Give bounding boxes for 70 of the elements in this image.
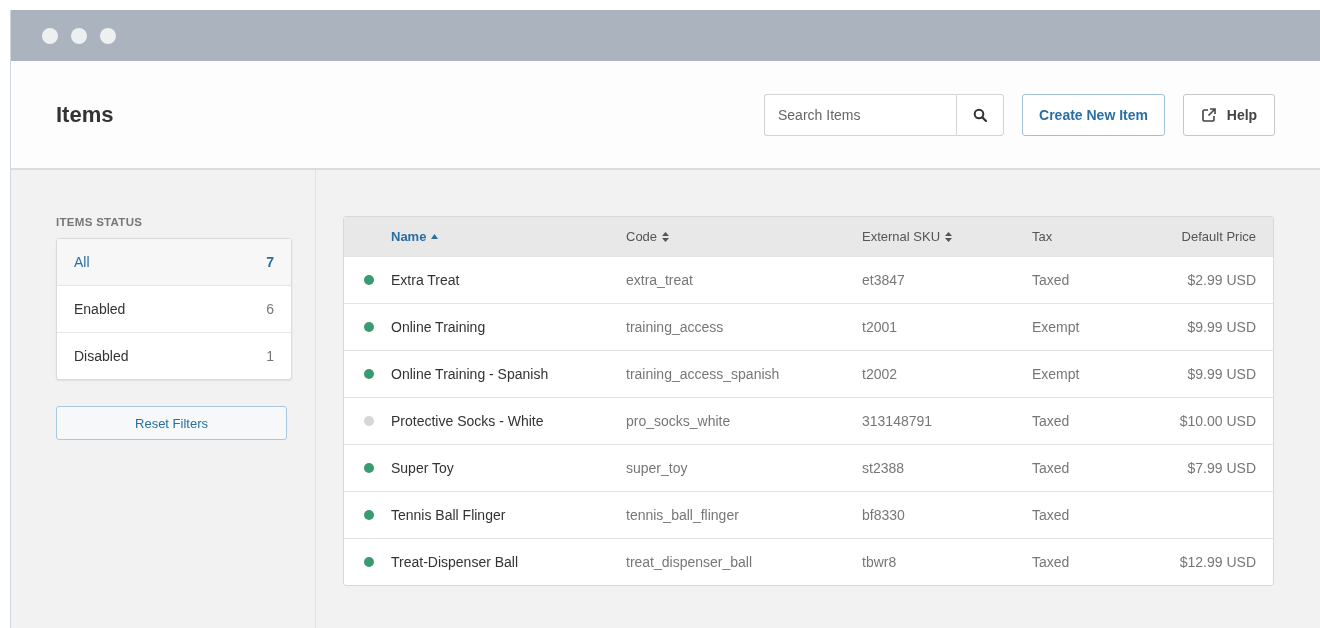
table-cell-text: Exempt xyxy=(1032,366,1081,382)
filter-item[interactable]: All 7 xyxy=(57,239,291,285)
table-cell-text: Taxed xyxy=(1032,272,1071,288)
table-cell-text: t2002 xyxy=(862,366,899,382)
table-cell-text: t2001 xyxy=(862,319,899,335)
filter-count: 1 xyxy=(266,348,274,364)
table-cell-text: st2388 xyxy=(862,460,906,476)
column-header[interactable]: Default Price xyxy=(1144,229,1256,244)
page-title: Items xyxy=(56,101,114,128)
table-cell-text: $2.99 USD xyxy=(1186,272,1256,288)
table-cell-text: pro_socks_white xyxy=(626,413,732,429)
column-header[interactable]: External SKU xyxy=(862,229,1032,244)
table-cell-text: Taxed xyxy=(1032,507,1071,523)
table-row[interactable]: Online Training - Spanish training_access_spanish t2002 Exempt $9.99 USD xyxy=(344,350,1273,397)
filter-item[interactable]: Enabled 6 xyxy=(57,285,291,332)
sort-icon xyxy=(662,231,670,242)
table-cell-text: Super Toy xyxy=(391,460,455,476)
table-cell-text: $9.99 USD xyxy=(1186,319,1256,335)
search-button[interactable] xyxy=(956,93,1004,136)
table-cell-text: training_access xyxy=(626,319,725,335)
window-control-icon[interactable] xyxy=(42,27,58,44)
table-cell-text: super_toy xyxy=(626,460,689,476)
table-cell-text: $7.99 USD xyxy=(1186,460,1256,476)
table-cell-text: extra_treat xyxy=(626,272,694,288)
sidebar-heading: ITEMS STATUS xyxy=(56,216,144,228)
table-row[interactable]: Super Toy super_toy st2388 Taxed $7.99 USD xyxy=(344,444,1273,491)
table-row[interactable]: Tennis Ball Flinger tennis_ball_flinger bf8330 Taxed xyxy=(344,491,1273,538)
table-cell-text: $9.99 USD xyxy=(1186,366,1256,382)
table-cell-text: Taxed xyxy=(1032,413,1071,429)
table-cell-text: Protective Socks - White xyxy=(391,413,545,429)
table-cell-text: Treat-Dispenser Ball xyxy=(391,554,520,570)
filter-label: All xyxy=(74,254,90,270)
reset-filters-button[interactable]: Reset Filters xyxy=(56,406,287,440)
table-cell-text: treat_dispenser_ball xyxy=(626,554,754,570)
table-cell-text: Tennis Ball Flinger xyxy=(391,507,507,523)
table-cell-text: training_access_spanish xyxy=(626,366,781,382)
create-item-button[interactable]: Create New Item xyxy=(1022,93,1165,136)
filter-count: 6 xyxy=(266,301,274,317)
column-header[interactable]: Tax xyxy=(1032,229,1144,244)
column-header[interactable]: Code xyxy=(626,229,862,244)
table-row[interactable]: Treat-Dispenser Ball treat_dispenser_ball tbwr8 Taxed $12.99 USD xyxy=(344,538,1273,585)
filter-label: Disabled xyxy=(74,348,129,364)
table-cell-text: $10.00 USD xyxy=(1178,413,1256,429)
filter-count: 7 xyxy=(266,254,274,270)
table-cell-text: Taxed xyxy=(1032,554,1071,570)
external-link-icon xyxy=(1200,106,1217,123)
table-cell-text: 313148791 xyxy=(862,413,934,429)
filter-item[interactable]: Disabled 1 xyxy=(57,332,291,379)
table-cell-text: Online Training - Spanish xyxy=(391,366,550,382)
table-cell-text: Taxed xyxy=(1032,460,1071,476)
sort-icon xyxy=(945,231,953,242)
table-cell-text: Extra Treat xyxy=(391,272,461,288)
table-row[interactable]: Protective Socks - White pro_socks_white 313148791 Taxed $10.00 USD xyxy=(344,397,1273,444)
window-control-icon[interactable] xyxy=(100,27,116,44)
column-header[interactable]: Name xyxy=(391,229,626,244)
table-cell-text: tbwr8 xyxy=(862,554,898,570)
table-row[interactable]: Online Training training_access t2001 Exempt $9.99 USD xyxy=(344,303,1273,350)
help-button[interactable]: Help xyxy=(1183,93,1275,136)
table-cell-text: Online Training xyxy=(391,319,487,335)
sort-ascending-icon xyxy=(431,234,439,239)
table-cell-text: Exempt xyxy=(1032,319,1081,335)
table-cell-text: bf8330 xyxy=(862,507,906,523)
search-icon xyxy=(973,107,987,122)
table-row[interactable]: Extra Treat extra_treat et3847 Taxed $2.99 USD xyxy=(344,256,1273,303)
table-cell-text: tennis_ball_flinger xyxy=(626,507,740,523)
table-cell-text: et3847 xyxy=(862,272,906,288)
table-cell-text: $12.99 USD xyxy=(1178,554,1256,570)
window-control-icon[interactable] xyxy=(71,27,87,44)
filter-label: Enabled xyxy=(74,301,126,317)
search-field[interactable]: Search Items xyxy=(764,93,956,136)
